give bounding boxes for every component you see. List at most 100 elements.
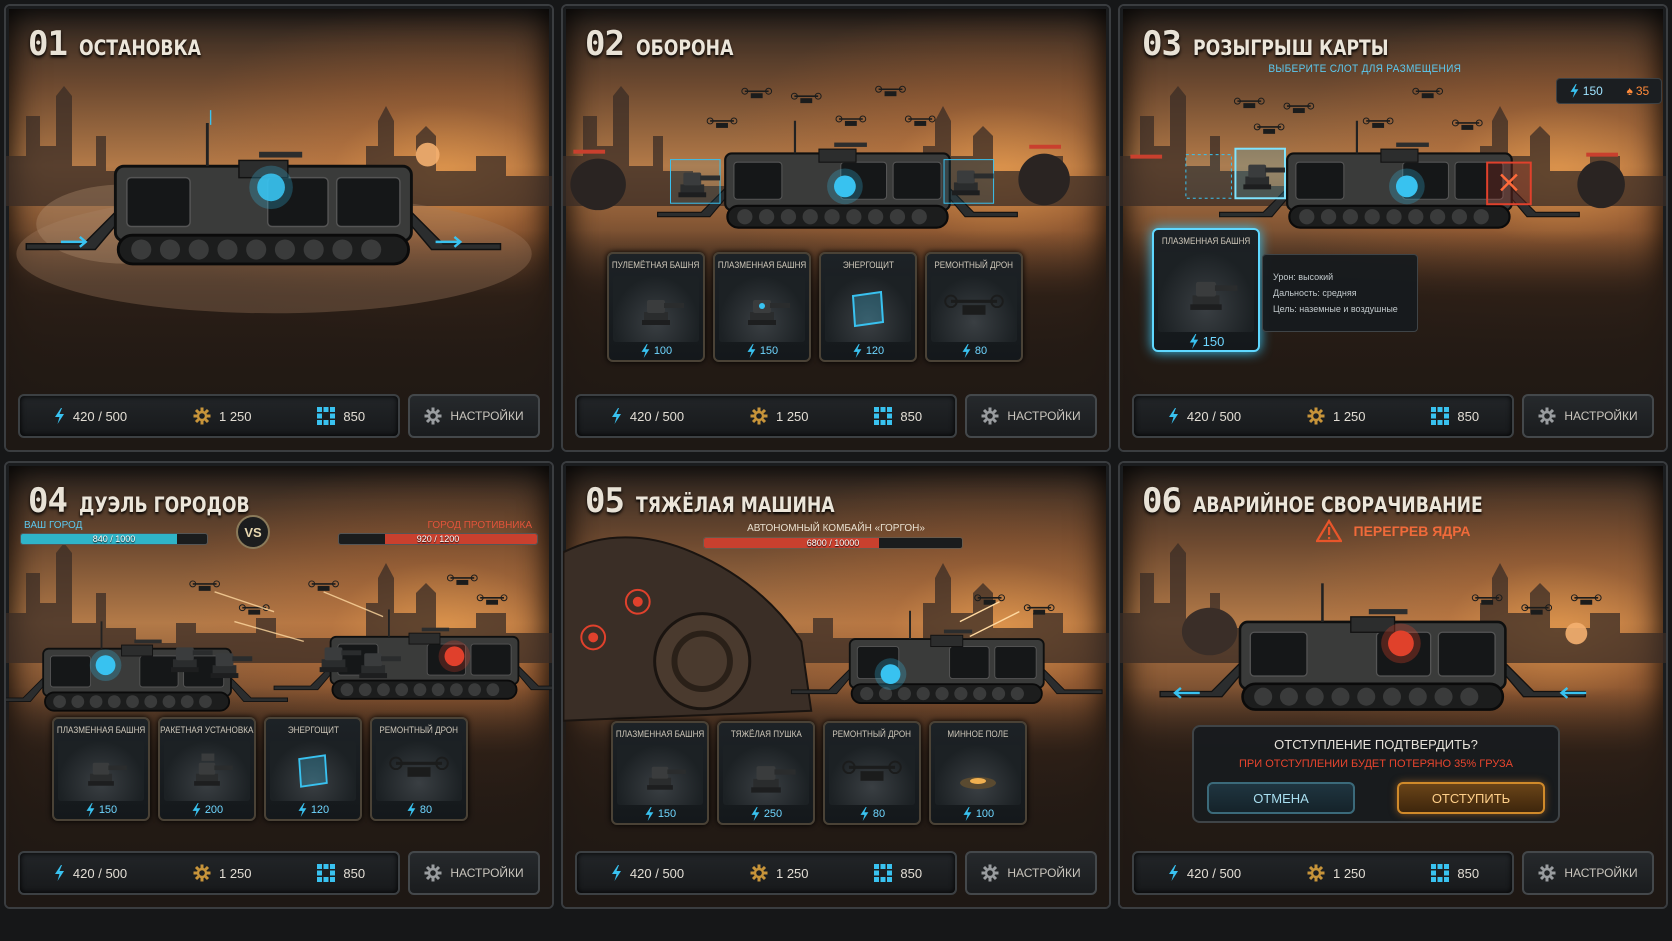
gear-icon <box>424 864 443 882</box>
panel-title: 01 ОСТАНОВКА <box>28 24 228 64</box>
vs-badge: VS <box>236 515 270 549</box>
card-machine-gun-turret[interactable]: ПУЛЕМЁТНАЯ БАШНЯ 100 <box>607 252 705 362</box>
scrap-value: 1 250 <box>218 408 252 424</box>
gear-icon <box>1538 407 1557 425</box>
card-energy-shield[interactable]: ЭНЕРГОЩИТ 120 <box>819 252 917 362</box>
energy-resource: 420 / 500 <box>53 865 127 881</box>
panel-number: 01 <box>28 24 68 64</box>
energy-bolt-icon <box>963 807 972 821</box>
settings-button[interactable]: НАСТРОЙКИ <box>1522 394 1654 438</box>
energy-bolt-icon <box>860 807 869 821</box>
card-cost-value: 150 <box>98 804 118 816</box>
card-minefield[interactable]: МИННОЕ ПОЛЕ 100 <box>929 721 1027 825</box>
shield-icon <box>270 741 356 801</box>
settings-button[interactable]: НАСТРОЙКИ <box>965 394 1097 438</box>
placement-hint: ВЫБЕРИТЕ СЛОТ ДЛЯ РАЗМЕЩЕНИЯ <box>1268 63 1462 75</box>
energy-bolt-icon <box>192 803 201 817</box>
card-name: ЭНЕРГОЩИТ <box>842 260 894 270</box>
card-cost: 100 <box>640 342 672 360</box>
cannon-icon <box>617 745 703 805</box>
energy-bolt-icon <box>611 865 621 881</box>
energy-bolt-icon <box>407 803 416 817</box>
card-name: ПЛАЗМЕННАЯ БАШНЯ <box>1161 236 1251 246</box>
cancel-button[interactable]: ОТМЕНА <box>1207 782 1355 814</box>
counter-energy-value: 150 <box>1582 84 1603 98</box>
panel-01-stop: 01 ОСТАНОВКА 420 / 500 1 250 850 НАСТРОЙ… <box>4 4 554 452</box>
card-repair-drone[interactable]: РЕМОНТНЫЙ ДРОН 80 <box>823 721 921 825</box>
resource-bar: 420 / 500 1 250 850 НАСТРОЙКИ <box>1132 851 1654 895</box>
card-hand: ПЛАЗМЕННАЯ БАШНЯ 150 РАКЕТНАЯ УСТАНОВКА … <box>52 717 468 821</box>
gear-icon <box>981 864 1000 882</box>
selected-card-plasma-tower[interactable]: ПЛАЗМЕННАЯ БАШНЯ 150 <box>1152 228 1260 352</box>
resource-box: 420 / 500 1 250 850 <box>1132 851 1514 895</box>
scrap-gear-icon <box>1306 864 1325 882</box>
resource-bar: 420 / 500 1 250 850 НАСТРОЙКИ <box>575 851 1097 895</box>
panel-05-heavy-machine: 05 ТЯЖЁЛАЯ МАШИНА АВТОНОМНЫЙ КОМБАЙН «ГО… <box>561 461 1111 909</box>
energy-value: 420 / 500 <box>1186 408 1242 424</box>
scrap-resource: 1 250 <box>1306 407 1366 425</box>
energy-bolt-icon <box>747 344 756 358</box>
gear-icon <box>981 407 1000 425</box>
chips-value: 850 <box>900 865 923 881</box>
settings-button[interactable]: НАСТРОЙКИ <box>408 851 540 895</box>
retreat-confirm-button[interactable]: ОТСТУПИТЬ <box>1397 782 1545 814</box>
resource-bar: 420 / 500 1 250 850 НАСТРОЙКИ <box>575 394 1097 438</box>
card-rocket-launcher[interactable]: РАКЕТНАЯ УСТАНОВКА 200 <box>158 717 256 821</box>
chips-resource: 850 <box>1431 407 1479 425</box>
energy-bolt-icon <box>641 344 650 358</box>
card-name: ПЛАЗМЕННАЯ БАШНЯ <box>717 260 807 270</box>
energy-bolt-icon <box>54 865 64 881</box>
card-plasma-tower[interactable]: ПЛАЗМЕННАЯ БАШНЯ 150 <box>611 721 709 825</box>
card-name: РЕМОНТНЫЙ ДРОН <box>934 260 1014 270</box>
card-energy-shield[interactable]: ЭНЕРГОЩИТ 120 <box>264 717 362 821</box>
chips-resource: 850 <box>317 864 365 882</box>
card-cost: 80 <box>859 805 885 823</box>
card-repair-drone[interactable]: РЕМОНТНЫЙ ДРОН 80 <box>370 717 468 821</box>
resource-box: 420 / 500 1 250 850 <box>18 851 400 895</box>
settings-label: НАСТРОЙКИ <box>1007 409 1081 423</box>
settings-label: НАСТРОЙКИ <box>1007 866 1081 880</box>
gear-icon <box>424 407 443 425</box>
panel-grid: 01 ОСТАНОВКА 420 / 500 1 250 850 НАСТРОЙ… <box>4 4 1668 909</box>
card-plasma-tower[interactable]: ПЛАЗМЕННАЯ БАШНЯ 150 <box>52 717 150 821</box>
energy-bolt-icon <box>645 807 654 821</box>
retreat-dialog: ОТСТУПЛЕНИЕ ПОДТВЕРДИТЬ? ПРИ ОТСТУПЛЕНИИ… <box>1192 725 1560 823</box>
settings-button[interactable]: НАСТРОЙКИ <box>408 394 540 438</box>
ally-hp-text: 840 / 1000 <box>92 534 136 544</box>
scrap-value: 1 250 <box>1332 408 1366 424</box>
chips-value: 850 <box>1457 408 1480 424</box>
card-plasma-tower[interactable]: ПЛАЗМЕННАЯ БАШНЯ 150 <box>713 252 811 362</box>
turret-icon <box>613 276 699 342</box>
panel-number: 02 <box>585 24 625 64</box>
energy-value: 420 / 500 <box>72 408 128 424</box>
card-repair-drone[interactable]: РЕМОНТНЫЙ ДРОН 80 <box>925 252 1023 362</box>
resource-box: 420 / 500 1 250 850 <box>1132 394 1514 438</box>
chips-resource: 850 <box>874 407 922 425</box>
ally-hp-bar: 840 / 1000 <box>20 533 208 545</box>
chips-value: 850 <box>343 408 366 424</box>
scrap-resource: 1 250 <box>749 407 809 425</box>
energy-bolt-icon <box>86 803 95 817</box>
scene-02 <box>570 85 1070 229</box>
card-cost: 200 <box>191 801 223 819</box>
energy-bolt-icon <box>1168 408 1178 424</box>
panel-name: АВАРИЙНОЕ СВОРАЧИВАНИЕ <box>1192 493 1483 517</box>
energy-value: 420 / 500 <box>1186 865 1242 881</box>
resource-box: 420 / 500 1 250 850 <box>575 851 957 895</box>
settings-button[interactable]: НАСТРОЙКИ <box>965 851 1097 895</box>
panel-03-card-play: 03 РОЗЫГРЫШ КАРТЫ ВЫБЕРИТЕ СЛОТ ДЛЯ РАЗМ… <box>1118 4 1668 452</box>
dialog-title: ОТСТУПЛЕНИЕ ПОДТВЕРДИТЬ? <box>1274 737 1478 752</box>
play-cost-counter: 150 ♠ 35 <box>1556 78 1662 104</box>
warning-text: ПЕРЕГРЕВ ЯДРА <box>1353 523 1471 539</box>
settings-button[interactable]: НАСТРОЙКИ <box>1522 851 1654 895</box>
panel-name: ТЯЖЁЛАЯ МАШИНА <box>635 493 835 517</box>
card-cost-value: 250 <box>763 808 783 820</box>
enemy-city-label: ГОРОД ПРОТИВНИКА <box>427 520 532 531</box>
panel-title: 02 ОБОРОНА <box>585 24 755 64</box>
energy-bolt-icon <box>962 344 971 358</box>
card-cost: 80 <box>961 342 987 360</box>
scrap-resource: 1 250 <box>192 864 252 882</box>
card-heavy-gun[interactable]: ТЯЖЁЛАЯ ПУШКА 250 <box>717 721 815 825</box>
card-name: ЭНЕРГОЩИТ <box>287 725 339 735</box>
chip-grid-icon <box>1431 407 1450 425</box>
